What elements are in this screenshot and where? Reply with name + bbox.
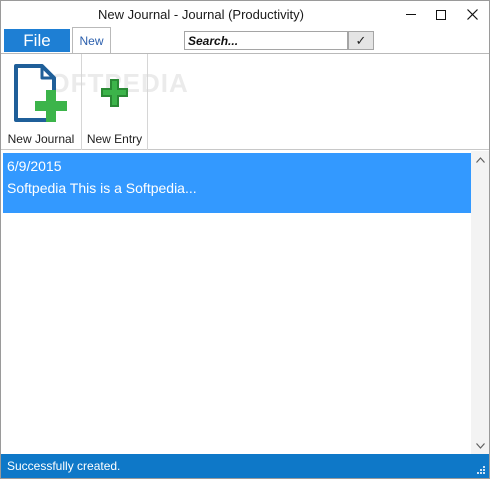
new-journal-button[interactable]: New Journal [3, 54, 79, 150]
new-entry-label: New Entry [86, 132, 143, 146]
scroll-thumb[interactable] [473, 169, 487, 435]
maximize-button[interactable] [426, 1, 456, 28]
new-entry-button[interactable]: New Entry [81, 54, 148, 150]
new-entry-icon [100, 79, 128, 107]
tab-new[interactable]: New [72, 27, 111, 53]
checkmark-icon: ✓ [355, 32, 367, 48]
new-journal-label: New Journal [7, 132, 75, 146]
ribbon: SOFTPEDIA New Journal [1, 53, 489, 150]
list-item[interactable]: 6/9/2015 Softpedia This is a Softpedia..… [3, 153, 471, 213]
minimize-button[interactable] [396, 1, 426, 28]
scroll-up-button[interactable] [471, 151, 489, 168]
app-window: New Journal - Journal (Productivity) Fil… [0, 0, 490, 479]
tab-file[interactable]: File [4, 29, 70, 52]
resize-grip-icon[interactable] [476, 465, 486, 475]
status-bar: Successfully created. [1, 454, 489, 478]
new-journal-icon [14, 64, 67, 122]
entries-list[interactable]: 6/9/2015 Softpedia This is a Softpedia..… [1, 151, 489, 454]
maximize-icon [436, 9, 446, 20]
entry-preview: Softpedia This is a Softpedia... [7, 180, 197, 196]
vertical-scrollbar[interactable] [471, 151, 489, 454]
entry-date: 6/9/2015 [7, 158, 62, 174]
minimize-icon [406, 14, 416, 15]
status-message: Successfully created. [7, 459, 121, 473]
window-title: New Journal - Journal (Productivity) [98, 7, 304, 22]
close-button[interactable] [457, 1, 487, 28]
tab-row: File New ✓ [1, 27, 489, 53]
chevron-down-icon [475, 442, 485, 449]
search-button[interactable]: ✓ [348, 31, 374, 50]
search-input[interactable] [184, 31, 348, 50]
chevron-up-icon [475, 156, 485, 163]
title-bar[interactable]: New Journal - Journal (Productivity) [1, 1, 489, 28]
close-icon [466, 9, 478, 20]
scroll-down-button[interactable] [471, 437, 489, 454]
